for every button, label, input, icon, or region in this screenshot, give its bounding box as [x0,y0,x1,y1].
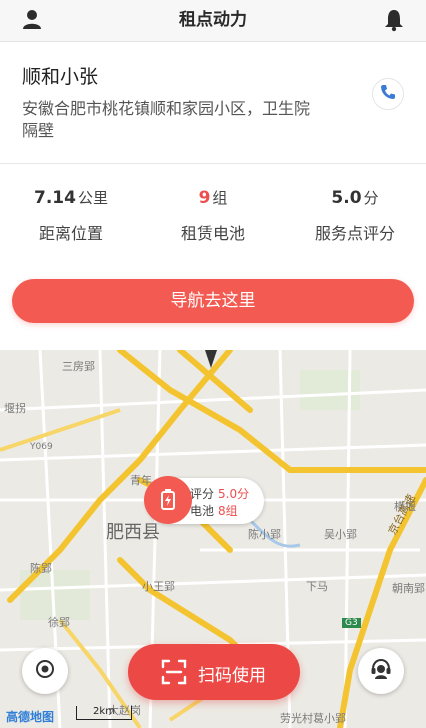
marker-rating-label: 评分 [190,487,215,501]
marker-rating-value: 5.0分 [218,487,250,501]
navigate-button[interactable]: 导航去这里 [12,279,414,323]
stat-label: 距离位置 [38,224,103,243]
marker-battery-value: 8组 [218,504,238,518]
distance-value: 7.14 [34,188,76,208]
map-label: 徐郢 [48,616,70,629]
map-logo: 高德地图 [6,710,55,724]
locate-icon [34,658,56,684]
map-scale: 2km [76,706,132,720]
scan-button[interactable]: 扫码使用 [128,644,300,700]
stat-value: 9组 [142,187,284,208]
stat-label: 服务点评分 [314,224,395,243]
distance-unit: 公里 [77,189,108,207]
station-map-marker[interactable]: 评分 5.0分 电池 8组 [144,476,264,524]
customer-service-icon [369,657,393,685]
station-name: 顺和小张 [22,66,99,88]
battery-count-unit: 组 [212,189,228,207]
map-label: 下马 [306,580,328,593]
locate-button[interactable] [22,648,68,694]
map-label: 陈郢 [30,562,52,575]
map-label: 吴小郢 [324,528,357,541]
map-label: 三房郢 [62,360,95,373]
rating-value: 5.0 [331,188,362,208]
stat-rating: 5.0 分 服务点评分 [284,187,426,244]
stats-row: 7.14 公里 距离位置 9组 租赁电池 5.0 分 服务点评分 [0,165,426,265]
map-label: G3 [342,618,361,628]
top-bar: 租点动力 [0,0,426,42]
scan-button-label: 扫码使用 [198,666,266,686]
stat-batteries: 9组 租赁电池 [142,187,284,244]
stat-value: 5.0 分 [284,187,426,208]
map-label: 朝南郢 [392,582,425,595]
stat-value: 7.14 公里 [0,187,142,208]
station-address: 安徽合肥市桃花镇顺和家园小区，卫生院隔壁 [22,99,311,140]
phone-icon [379,83,397,105]
marker-rating: 评分 5.0分 [190,485,249,502]
map-label: 小王郢 [142,580,175,593]
map-label: 劳光村葛小郢 [280,712,346,725]
battery-icon [144,476,192,524]
marker-battery: 电池 8组 [190,502,238,519]
rating-unit: 分 [363,189,379,207]
map-label: 堰拐 [4,402,26,415]
map-label: Y069 [30,442,53,452]
page-title: 租点动力 [179,10,247,30]
battery-count-value: 9 [198,188,211,208]
marker-battery-label: 电池 [190,504,215,518]
customer-service-button[interactable] [358,648,404,694]
station-card: 顺和小张 安徽合肥市桃花镇顺和家园小区，卫生院隔壁 [0,42,426,164]
stat-label: 租赁电池 [180,224,245,243]
map-label: 陈小郢 [248,528,281,541]
stat-distance: 7.14 公里 距离位置 [0,187,142,244]
scan-icon [160,658,188,686]
map-label: 肥西县 [106,522,160,543]
phone-button[interactable] [372,78,404,110]
bell-icon[interactable] [380,6,408,34]
